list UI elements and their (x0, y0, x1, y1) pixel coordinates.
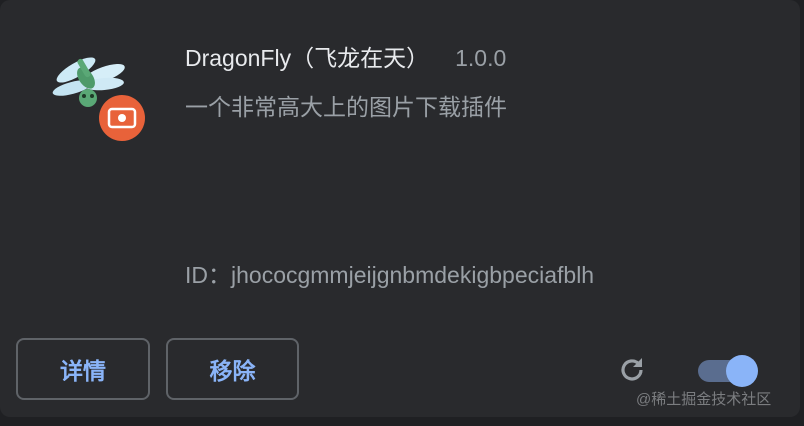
extension-description: 一个非常高大上的图片下载插件 (185, 94, 507, 120)
details-button[interactable]: 详情 (16, 338, 150, 400)
toggle-knob (726, 355, 758, 387)
extension-title-row: DragonFly（飞龙在天） 1.0.0 (185, 39, 507, 71)
extension-name: DragonFly（飞龙在天） (185, 45, 430, 71)
extension-id-label: ID： (185, 262, 231, 288)
reload-button[interactable] (616, 354, 648, 386)
remove-button[interactable]: 移除 (166, 338, 299, 400)
extension-card: DragonFly（飞龙在天） 1.0.0 一个非常高大上的图片下载插件 ID：… (0, 0, 800, 417)
juejin-watermark: @稀土掘金技术社区 (636, 391, 772, 408)
extension-icon (46, 48, 150, 144)
extension-id-value: jhococgmmjeijgnbmdekigbpeciafblh (231, 262, 595, 288)
camera-badge-icon (99, 95, 145, 141)
extension-version: 1.0.0 (455, 45, 507, 71)
reload-icon (621, 358, 643, 381)
enable-toggle[interactable] (694, 354, 760, 388)
extension-id: ID：jhococgmmjeijgnbmdekigbpeciafblh (185, 256, 594, 290)
